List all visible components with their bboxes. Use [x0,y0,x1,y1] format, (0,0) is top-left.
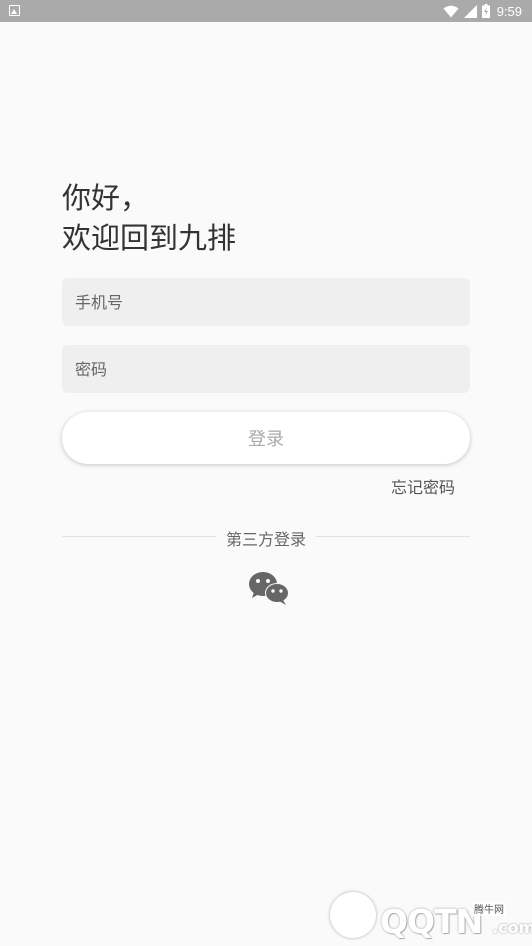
status-time: 9:59 [496,3,522,19]
third-party-login-label: 第三方登录 [225,530,306,549]
login-button[interactable]: 登录 [62,412,470,464]
forgot-password-link[interactable]: 忘记密码 [391,474,455,498]
watermark-suffix: .com [492,918,532,937]
watermark-logo [330,892,376,938]
watermark-tag: 腾牛网 [472,901,506,916]
greeting-line-2: 欢迎回到九排 [62,221,237,255]
wechat-icon[interactable] [248,571,290,605]
greeting-line-1: 你好， [62,181,150,215]
battery-charging-icon [481,4,490,18]
phone-input[interactable] [62,278,470,326]
divider-left [62,536,216,537]
greeting: 你好， 欢迎回到九排 [62,178,236,258]
divider-right [316,536,470,537]
signal-icon [463,4,477,18]
watermark-brand: QQTN [380,902,483,941]
status-bar: 9:59 [0,0,532,22]
wifi-icon [443,5,459,18]
status-icons: 9:59 [443,2,522,20]
notification-icon [9,5,20,16]
password-input[interactable] [62,345,470,393]
password-field[interactable] [62,345,470,393]
phone-field[interactable] [62,278,470,326]
